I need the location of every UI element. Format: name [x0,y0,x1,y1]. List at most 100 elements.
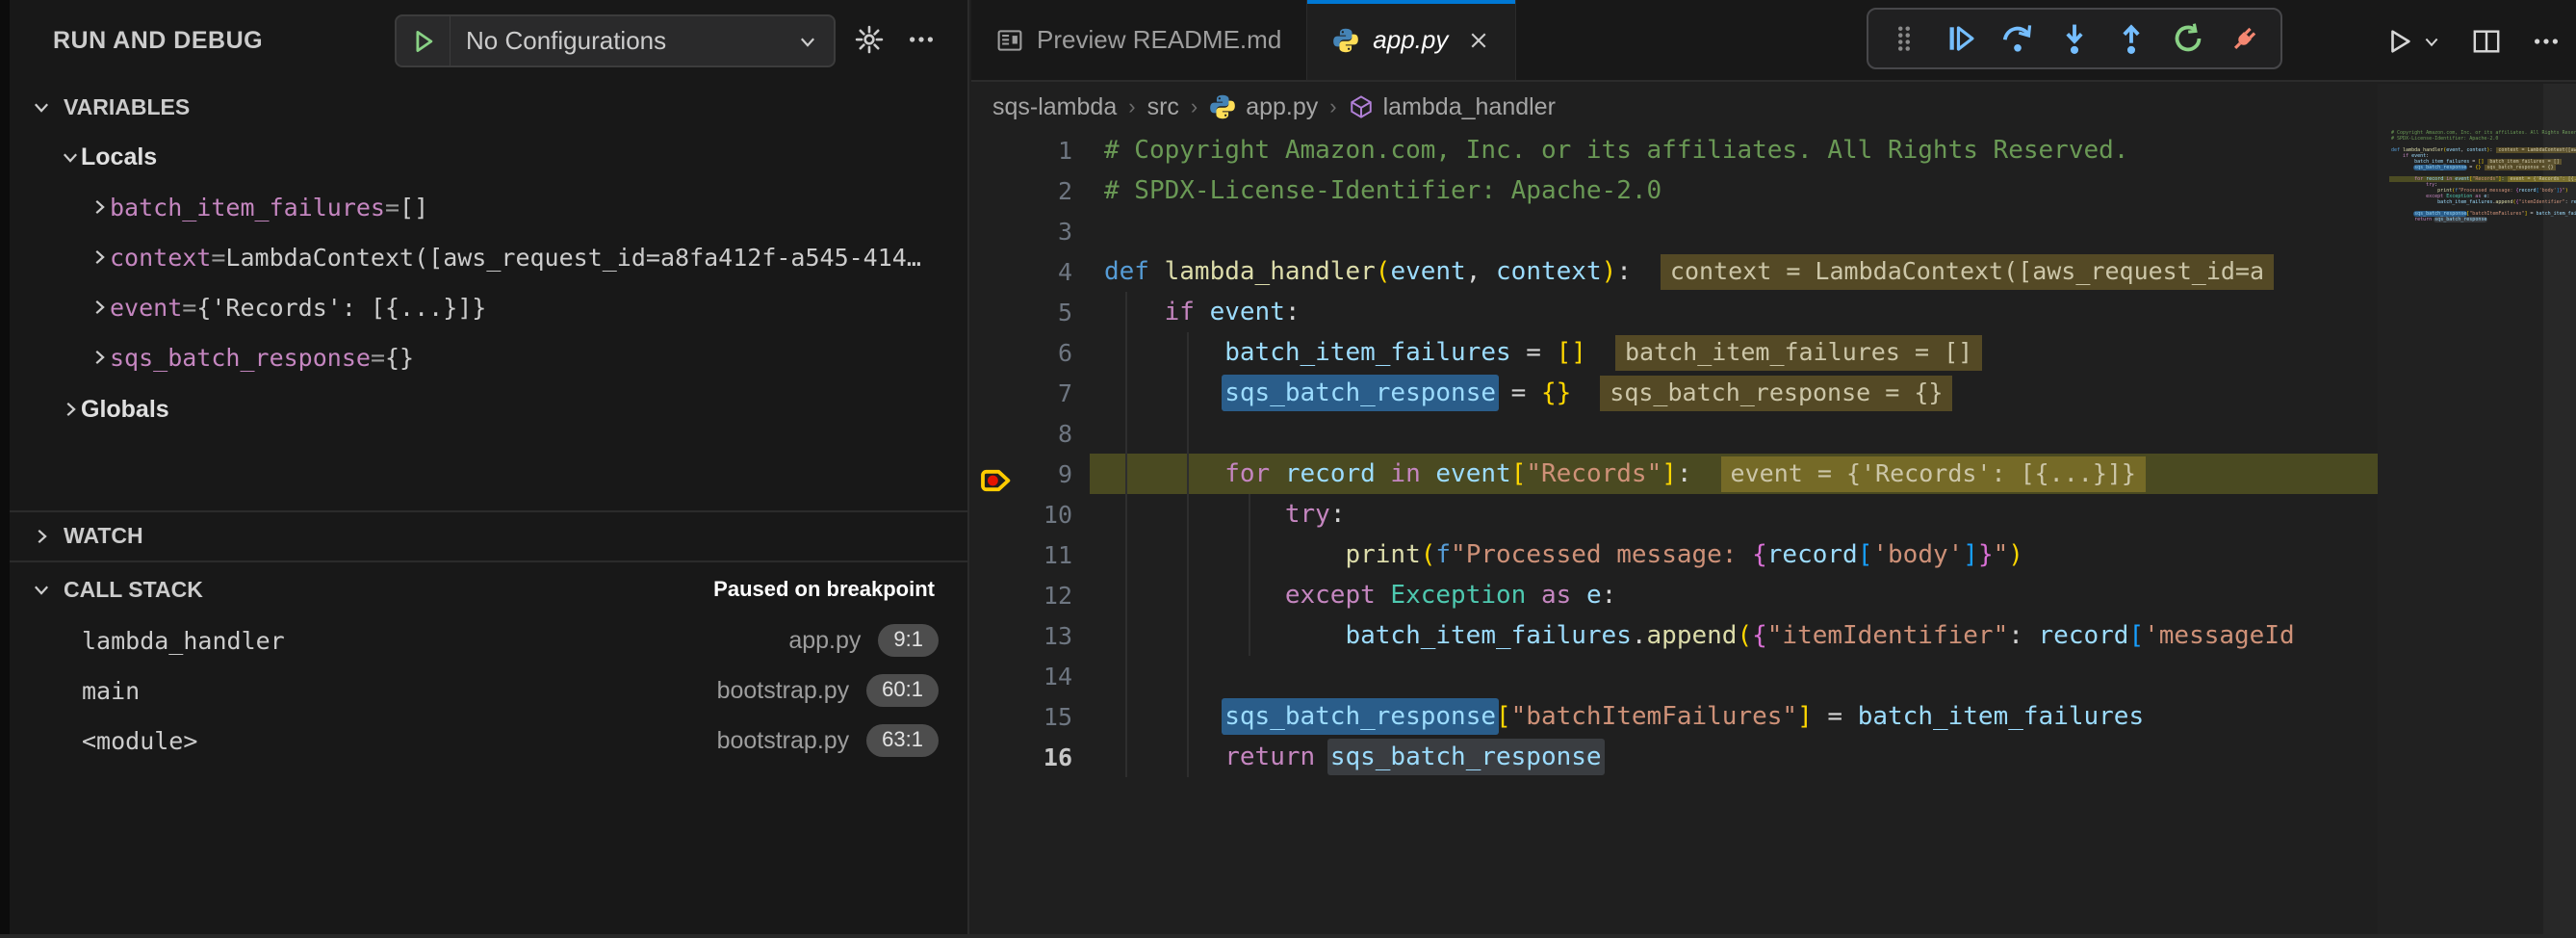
chevron-right-icon[interactable] [89,247,110,268]
breadcrumb-item-app-py[interactable]: app.py [1209,93,1318,121]
gutter-line-5[interactable]: 5 [971,299,1090,326]
line-content[interactable]: sqs_batch_response = {}sqs_batch_respons… [1090,373,2378,413]
scope-row-globals[interactable]: Globals [10,385,967,433]
gutter-line-13[interactable]: 13 [971,622,1090,650]
line-content[interactable] [1090,211,2378,251]
line-content[interactable]: # SPDX-License-Identifier: Apache-2.0 [1090,170,2378,211]
tab-preview-readme-md[interactable]: Preview README.md [971,0,1307,80]
code-line-6[interactable]: 6 batch_item_failures = []batch_item_fai… [971,332,2378,373]
gutter-line-4[interactable]: 4 [971,258,1090,286]
gutter-line-14[interactable]: 14 [971,663,1090,690]
tab-app-py[interactable]: app.py [1307,0,1516,80]
code-line-14[interactable]: 14 [971,656,2378,696]
code-line-5[interactable]: 5 if event: [971,292,2378,332]
debug-configuration-dropdown[interactable]: No Configurations [395,14,836,67]
step-over-button[interactable] [1996,17,2039,60]
code-line-16[interactable]: 16 return sqs_batch_response [971,737,2378,777]
chevron-down-icon[interactable] [31,579,52,600]
restart-button[interactable] [2167,17,2209,60]
breadcrumb-item-src[interactable]: src [1147,93,1179,121]
gutter-line-10[interactable]: 10 [971,501,1090,529]
split-editor-button[interactable] [2472,27,2501,56]
run-dropdown[interactable] [2422,32,2441,51]
breadcrumb-item-sqs-lambda[interactable]: sqs-lambda [992,93,1117,121]
start-debugging-button[interactable] [397,16,451,65]
chevron-right-icon[interactable] [31,526,52,547]
call-stack-frame[interactable]: <module>bootstrap.py63:1 [10,717,967,765]
editor-scrollbar[interactable] [2543,84,2576,938]
variable-row-sqs_batch_response[interactable]: sqs_batch_response = {} [10,333,967,381]
continue-button[interactable] [1940,17,1982,60]
variable-row-context[interactable]: context = LambdaContext([aws_request_id=… [10,233,967,281]
run-python-file-button[interactable] [2385,27,2441,56]
disconnect-button[interactable] [2224,17,2266,60]
code-line-3[interactable]: 3 [971,211,2378,251]
gutter-line-15[interactable]: 15 [971,703,1090,731]
variable-value: {} [385,344,944,372]
line-content[interactable]: if event: [1090,292,2378,332]
step-out-button[interactable] [2110,17,2152,60]
variable-row-batch_item_failures[interactable]: batch_item_failures = [] [10,183,967,231]
breadcrumb-item-lambda-handler[interactable]: lambda_handler [1349,93,1556,121]
line-content[interactable]: def lambda_handler(event, context):conte… [1090,251,2378,292]
code-editor[interactable]: 1# Copyright Amazon.com, Inc. or its aff… [971,130,2378,938]
breakpoint-current-arrow-icon[interactable] [977,465,1016,496]
line-content[interactable]: return sqs_batch_response [1090,737,2378,777]
variables-section-header[interactable]: VARIABLES [10,85,967,129]
call-stack-frame[interactable]: lambda_handlerapp.py9:1 [10,616,967,664]
code-line-4[interactable]: 4def lambda_handler(event, context):cont… [971,251,2378,292]
line-content[interactable]: batch_item_failures.append({"itemIdentif… [1090,615,2378,656]
line-content[interactable]: except Exception as e: [1090,575,2378,615]
code-line-9[interactable]: 9 for record in event["Records"]:event =… [971,454,2378,494]
chevron-right-icon[interactable] [89,196,110,218]
more-actions-button[interactable] [2532,27,2561,56]
code-line-15[interactable]: 15 sqs_batch_response["batchItemFailures… [971,696,2378,737]
gutter-line-6[interactable]: 6 [971,339,1090,367]
chevron-right-icon[interactable] [60,399,81,420]
code-line-8[interactable]: 8 [971,413,2378,454]
gutter-line-16[interactable]: 16 [971,743,1090,771]
line-content[interactable]: # Copyright Amazon.com, Inc. or its affi… [1090,130,2378,170]
code-line-12[interactable]: 12 except Exception as e: [971,575,2378,615]
chevron-down-icon[interactable] [60,146,81,168]
close-icon[interactable] [1467,29,1490,52]
gutter-line-2[interactable]: 2 [971,177,1090,205]
chevron-down-icon[interactable] [31,96,52,117]
start-debug-play-icon [410,28,437,55]
call-stack-frame[interactable]: mainbootstrap.py60:1 [10,666,967,715]
drag-handle[interactable] [1883,17,1925,60]
code-line-2[interactable]: 2# SPDX-License-Identifier: Apache-2.0 [971,170,2378,211]
code-line-7[interactable]: 7 sqs_batch_response = {}sqs_batch_respo… [971,373,2378,413]
scope-row-locals[interactable]: Locals [10,133,967,181]
call-stack-section-header[interactable]: CALL STACK Paused on breakpoint [10,564,967,614]
line-content[interactable] [1090,656,2378,696]
gutter-line-1[interactable]: 1 [971,137,1090,165]
more-actions-icon[interactable] [907,25,936,54]
line-content[interactable]: for record in event["Records"]:event = {… [1090,454,2378,494]
gutter-line-8[interactable]: 8 [971,420,1090,448]
line-content[interactable] [1090,413,2378,454]
code-line-11[interactable]: 11 print(f"Processed message: {record['b… [971,534,2378,575]
watch-section-header[interactable]: WATCH [10,513,967,559]
line-number: 7 [1058,379,1072,407]
gutter-line-3[interactable]: 3 [971,218,1090,246]
gutter-line-12[interactable]: 12 [971,582,1090,610]
gutter-line-7[interactable]: 7 [971,379,1090,407]
step-into-button[interactable] [2053,17,2096,60]
gutter-line-11[interactable]: 11 [971,541,1090,569]
line-content[interactable]: try: [1090,494,2378,534]
code-line-13[interactable]: 13 batch_item_failures.append({"itemIden… [971,615,2378,656]
gear-icon[interactable] [855,25,884,54]
line-content[interactable]: sqs_batch_response["batchItemFailures"] … [1090,696,2378,737]
paused-status-text: Paused on breakpoint [713,577,935,602]
chevron-right-icon[interactable] [89,347,110,368]
variable-row-event[interactable]: event = {'Records': [{...}]} [10,283,967,331]
chevron-right-icon[interactable] [89,297,110,318]
code-line-1[interactable]: 1# Copyright Amazon.com, Inc. or its aff… [971,130,2378,170]
line-content[interactable]: print(f"Processed message: {record['body… [1090,534,2378,575]
line-content[interactable]: batch_item_failures = []batch_item_failu… [1090,332,2378,373]
code-line-10[interactable]: 10 try: [971,494,2378,534]
debug-configuration-label: No Configurations [451,26,797,56]
gutter-line-9[interactable]: 9 [971,460,1090,488]
frame-name: main [82,677,140,705]
